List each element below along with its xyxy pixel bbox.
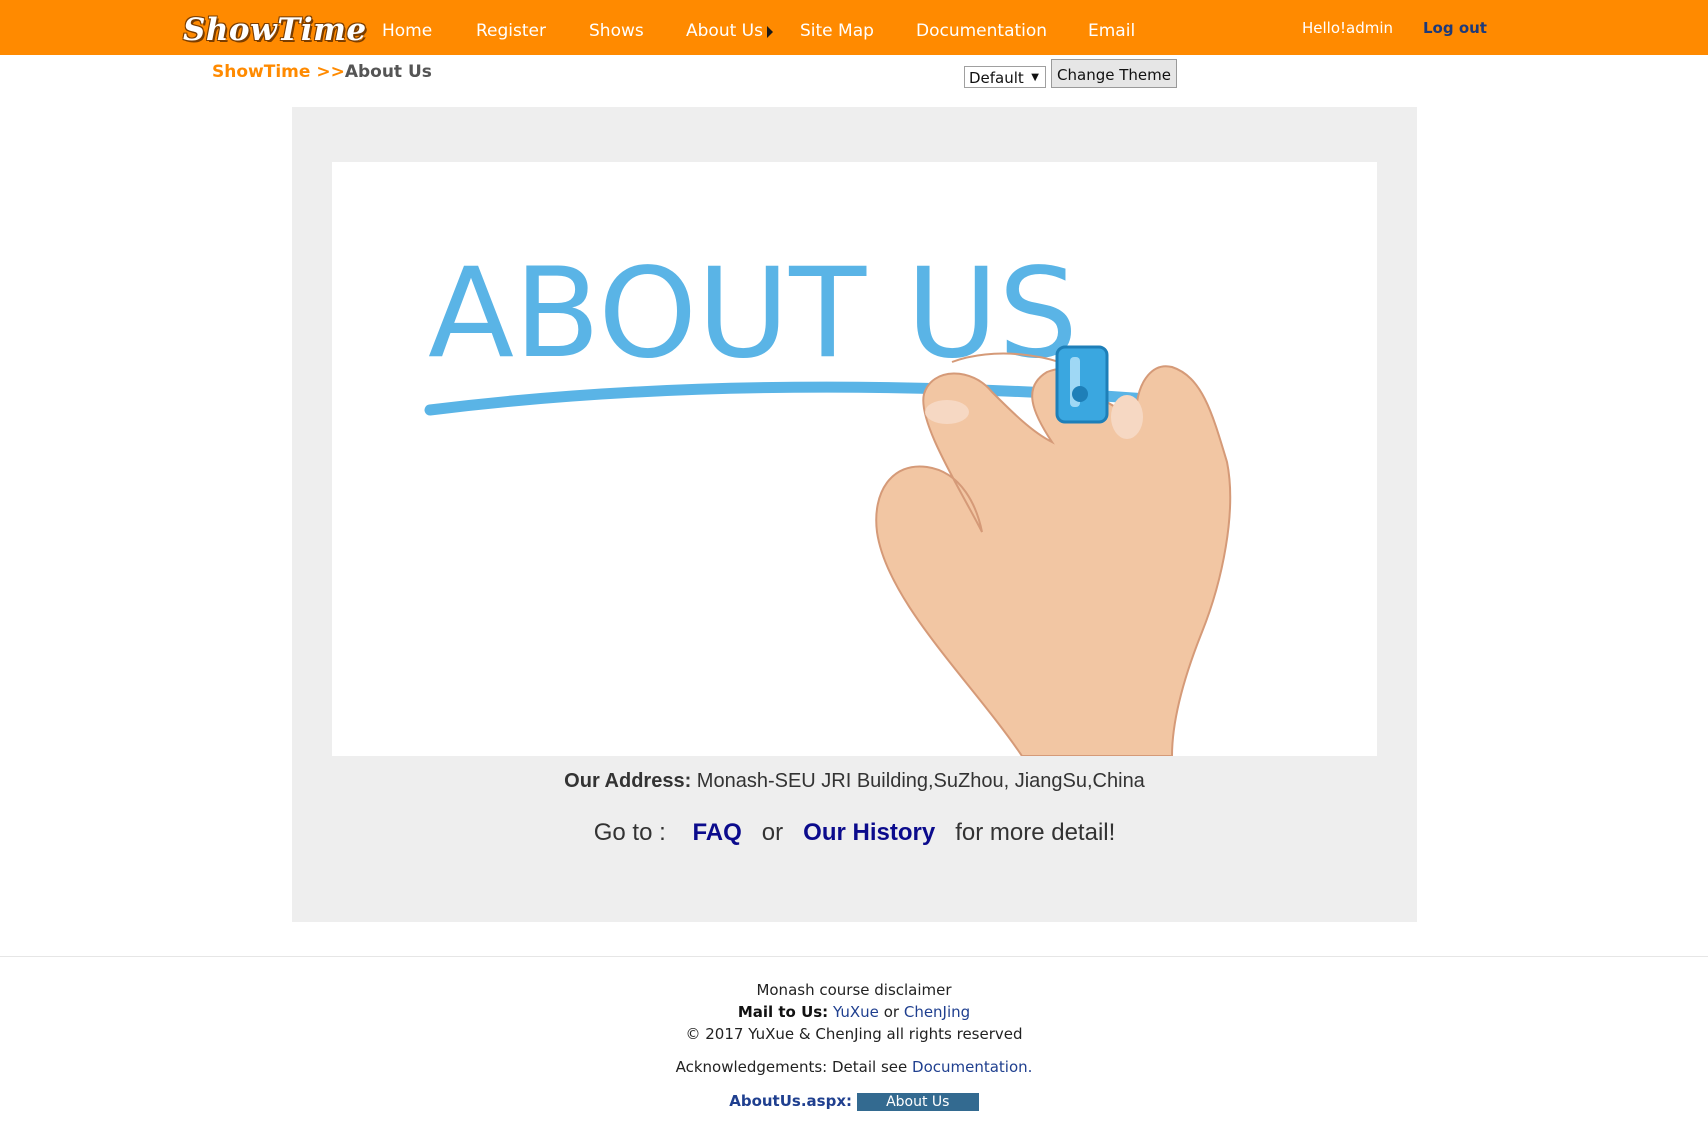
footer-acknowledgements: Acknowledgements: Detail see Documentati…	[0, 1058, 1708, 1076]
content-panel: ABOUT US Our Address: Monash-SEU JRI Bui…	[292, 107, 1417, 922]
blue-marker-icon	[1055, 345, 1109, 424]
goto-line: Go to : FAQ or Our History for more deta…	[292, 819, 1417, 847]
address-label: Our Address:	[564, 770, 692, 792]
mail-chenjing-link[interactable]: ChenJing	[904, 1003, 970, 1021]
breadcrumb-current: About Us	[344, 62, 432, 82]
nav-shows[interactable]: Shows	[589, 0, 644, 55]
logout-link[interactable]: Log out	[1423, 0, 1487, 57]
nav-site-map[interactable]: Site Map	[800, 0, 874, 55]
documentation-link[interactable]: Documentation.	[912, 1058, 1032, 1076]
goto-prefix: Go to :	[593, 819, 666, 846]
goto-or: or	[761, 819, 784, 846]
breadcrumb-root-link[interactable]: ShowTime	[212, 62, 310, 82]
hand-holding-marker-icon	[875, 352, 1232, 756]
nav-email[interactable]: Email	[1088, 0, 1135, 55]
mail-label: Mail to Us:	[737, 1003, 829, 1021]
breadcrumb-separator: >>	[310, 62, 345, 82]
about-us-hero-image: ABOUT US	[332, 162, 1377, 756]
mail-or: or	[883, 1003, 900, 1021]
submenu-arrow-icon[interactable]	[767, 26, 773, 38]
mail-yuxue-link[interactable]: YuXue	[833, 1003, 879, 1021]
showtime-logo[interactable]: ShowTime	[183, 4, 367, 50]
chevron-down-icon: ▼	[1031, 72, 1039, 83]
file-label: AboutUs.aspx:	[729, 1092, 852, 1110]
about-us-badge[interactable]: About Us	[856, 1092, 979, 1111]
nav-home[interactable]: Home	[382, 0, 432, 55]
nav-register[interactable]: Register	[476, 0, 546, 55]
greeting-text: Hello!admin	[1302, 19, 1394, 37]
our-history-link[interactable]: Our History	[803, 819, 935, 846]
faq-link[interactable]: FAQ	[692, 819, 741, 846]
address-line: Our Address: Monash-SEU JRI Building,SuZ…	[292, 770, 1417, 793]
nav-about-us[interactable]: About Us	[686, 0, 763, 55]
ack-prefix: Acknowledgements: Detail see	[675, 1058, 908, 1076]
goto-suffix: for more detail!	[955, 819, 1116, 846]
footer-copyright: © 2017 YuXue & ChenJing all rights reser…	[685, 1025, 1023, 1043]
footer-divider	[0, 956, 1708, 957]
address-value: Monash-SEU JRI Building,SuZhou, JiangSu,…	[691, 770, 1145, 792]
footer-disclaimer: Monash course disclaimer	[756, 981, 952, 999]
footer-mail-line: Mail to Us: YuXue or ChenJing	[0, 1003, 1708, 1021]
about-us-illustration: ABOUT US	[424, 242, 1232, 756]
nav-documentation[interactable]: Documentation	[916, 0, 1047, 55]
footer-file-line: AboutUs.aspx: About Us	[0, 1092, 1708, 1111]
breadcrumb: ShowTime >>About Us	[212, 62, 432, 82]
top-nav-bar: ShowTime Home Register Shows About Us Si…	[0, 0, 1708, 55]
theme-select[interactable]: Default ▼	[964, 66, 1046, 88]
change-theme-button[interactable]: Change Theme	[1051, 59, 1177, 88]
hero-headline: ABOUT US	[428, 242, 1078, 386]
theme-select-value: Default	[969, 69, 1024, 87]
